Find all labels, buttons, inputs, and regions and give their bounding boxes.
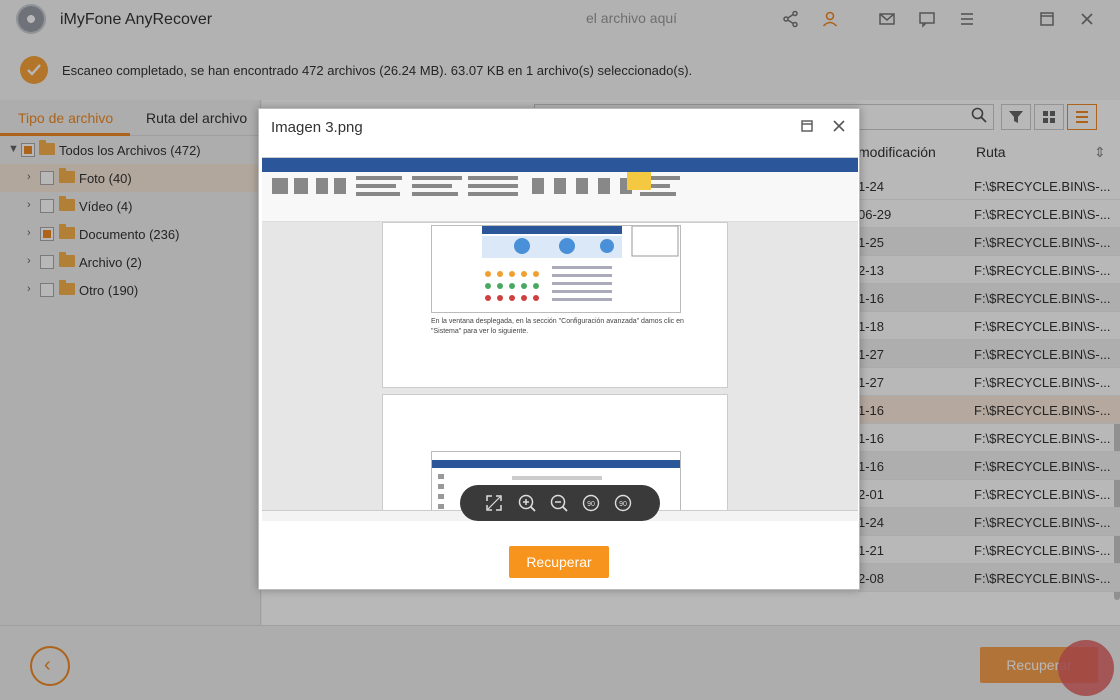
fit-screen-icon[interactable] — [484, 493, 504, 513]
embedded-screenshot-image — [431, 225, 681, 313]
word-titlebar-image — [262, 158, 858, 172]
preview-dialog: Imagen 3.png En la ventana desplegada, e… — [258, 108, 860, 590]
zoom-out-icon[interactable] — [549, 493, 569, 513]
zoom-in-icon[interactable] — [517, 493, 537, 513]
dialog-recover-button[interactable]: Recuperar — [509, 546, 609, 578]
document-caption-image: En la ventana desplegada, en la sección … — [431, 318, 684, 335]
zoom-toolbar: 90 90 — [460, 485, 660, 521]
rotate-right-label: 90 — [619, 501, 627, 508]
dialog-maximize-icon[interactable] — [799, 119, 815, 135]
image-preview: En la ventana desplegada, en la sección … — [262, 157, 858, 521]
word-ribbon-image — [262, 172, 858, 222]
dialog-title: Imagen 3.png — [271, 119, 363, 136]
dialog-close-icon[interactable] — [831, 119, 847, 135]
rotate-right-icon[interactable]: 90 — [613, 493, 633, 513]
document-page-image: En la ventana desplegada, en la sección … — [382, 222, 728, 388]
rotate-left-label: 90 — [587, 501, 595, 508]
rotate-left-icon[interactable]: 90 — [581, 493, 601, 513]
